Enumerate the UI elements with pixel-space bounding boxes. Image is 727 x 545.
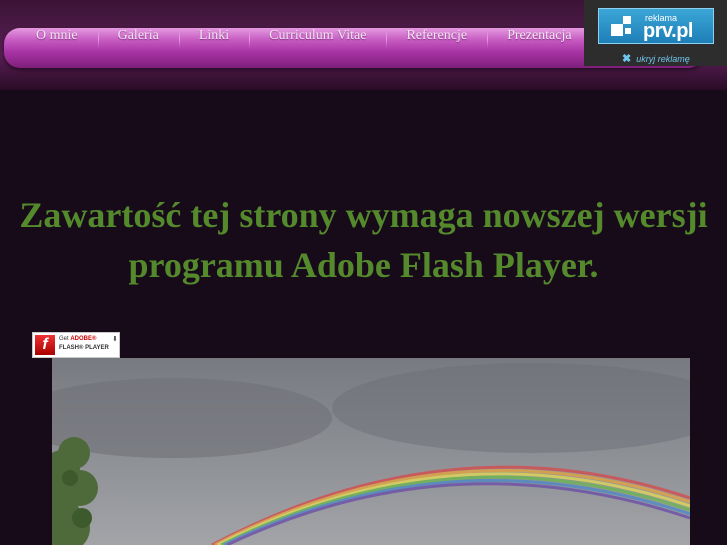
- prv-logo-icon: [611, 16, 633, 38]
- flash-badge-line2: FLASH® PLAYER: [59, 345, 109, 351]
- ad-box: reklama prv.pl ✖ ukryj reklamę: [584, 0, 727, 66]
- nav-item-galeria[interactable]: Galeria: [97, 28, 179, 48]
- hide-ad-link[interactable]: ✖ ukryj reklamę: [622, 52, 690, 65]
- download-arrow-icon: ⬇: [112, 335, 118, 343]
- nav-item-linki[interactable]: Linki: [178, 28, 249, 48]
- get-flash-player-button[interactable]: f Get ADOBE® FLASH® PLAYER ⬇: [32, 332, 120, 358]
- rainbow-photo: [52, 358, 690, 545]
- nav-item-o-mnie[interactable]: O mnie: [16, 28, 98, 44]
- message-line-2: programu Adobe Flash Player.: [128, 245, 599, 285]
- hide-ad-label: ukryj reklamę: [636, 53, 690, 64]
- flash-badge-line1: Get ADOBE®: [59, 336, 97, 342]
- message-line-1: Zawartość tej strony wymaga nowszej wers…: [19, 195, 708, 235]
- flash-required-message: Zawartość tej strony wymaga nowszej wers…: [0, 190, 727, 290]
- nav-item-curriculum-vitae[interactable]: Curriculum Vitae: [249, 28, 386, 48]
- flash-logo-icon: f: [35, 335, 55, 355]
- close-icon: ✖: [622, 53, 632, 65]
- ad-banner[interactable]: reklama prv.pl: [598, 8, 714, 44]
- nav-item-referencje[interactable]: Referencje: [386, 28, 487, 48]
- rainbow-landscape-image: [52, 358, 690, 545]
- nav-item-prezentacja[interactable]: Prezentacja: [487, 28, 592, 48]
- nav-menu: O mnie Galeria Linki Curriculum Vitae Re…: [16, 24, 592, 48]
- ad-brand: prv.pl: [643, 20, 693, 42]
